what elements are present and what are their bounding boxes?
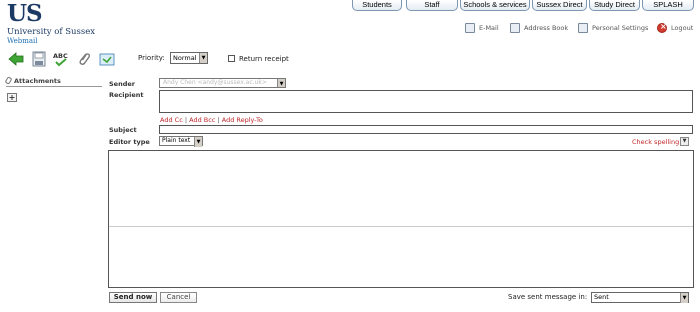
logo-app-name: Webmail xyxy=(7,37,38,45)
sender-value: Andy Chen <andy@sussex.ac.uk> xyxy=(163,79,267,86)
editor-type-label: Editor type xyxy=(109,138,150,146)
add-recipient-links: Add Cc | Add Bcc | Add Reply-To xyxy=(160,116,263,124)
check-spelling-link[interactable]: Check spelling xyxy=(632,138,679,146)
tab-study-direct[interactable]: Study Direct xyxy=(589,0,640,11)
chevron-down-icon: ▼ xyxy=(680,293,688,303)
subject-field[interactable] xyxy=(159,125,693,134)
subject-label: Subject xyxy=(109,126,137,134)
chevron-down-icon: ▼ xyxy=(277,79,285,87)
return-receipt-checkbox[interactable] xyxy=(228,55,235,62)
spell-language-dropdown[interactable]: ▼ xyxy=(680,137,689,146)
sender-select[interactable]: Andy Chen <andy@sussex.ac.uk> ▼ xyxy=(159,78,286,88)
logo-mark: US xyxy=(7,0,43,27)
tab-schools-services[interactable]: Schools & services xyxy=(460,0,530,11)
tab-splash[interactable]: SPLASH xyxy=(642,0,694,11)
logo-university-name: University of Sussex xyxy=(7,27,96,37)
save-sent-label: Save sent message in: xyxy=(508,293,588,301)
add-bcc-link[interactable]: Add Bcc xyxy=(189,116,215,124)
back-arrow-icon[interactable] xyxy=(8,51,24,67)
attachments-header: Attachments xyxy=(4,76,102,87)
add-attachment-button[interactable]: + xyxy=(7,93,17,102)
logout-link[interactable]: Logout xyxy=(657,22,693,34)
personal-settings-link[interactable]: Personal Settings xyxy=(578,22,648,34)
editor-type-select[interactable]: Plain text ▼ xyxy=(159,136,203,147)
body-divider xyxy=(109,226,693,227)
sender-label: Sender xyxy=(109,80,135,88)
tab-students[interactable]: Students xyxy=(352,0,402,11)
university-logo[interactable]: US University of Sussex Webmail xyxy=(7,0,97,46)
address-book-link[interactable]: Address Book xyxy=(510,22,568,34)
editor-type-value: Plain text xyxy=(162,137,191,144)
link-separator: | xyxy=(217,116,220,124)
priority-value: Normal xyxy=(173,54,197,62)
message-body-field[interactable] xyxy=(108,150,694,288)
email-icon xyxy=(465,23,475,33)
cancel-button[interactable]: Cancel xyxy=(160,292,197,303)
save-sent-value: Sent xyxy=(594,293,609,301)
link-separator: | xyxy=(184,116,188,124)
attach-icon[interactable] xyxy=(76,51,92,67)
send-now-button[interactable]: Send now xyxy=(109,292,157,303)
spell-check-icon[interactable]: ABC xyxy=(53,51,69,67)
email-link[interactable]: E-Mail xyxy=(465,22,499,34)
recipient-field[interactable] xyxy=(159,90,693,113)
paperclip-icon xyxy=(4,76,13,85)
return-receipt-label: Return receipt xyxy=(239,55,289,63)
logout-icon xyxy=(657,22,667,33)
add-reply-to-link[interactable]: Add Reply-To xyxy=(222,116,263,124)
tab-staff[interactable]: Staff xyxy=(406,0,458,11)
recipient-label: Recipient xyxy=(109,91,144,99)
save-draft-icon[interactable] xyxy=(31,51,47,67)
personal-settings-label: Personal Settings xyxy=(592,24,649,32)
logout-label: Logout xyxy=(671,24,694,32)
insert-image-icon[interactable] xyxy=(99,51,115,67)
tab-sussex-direct[interactable]: Sussex Direct xyxy=(532,0,587,11)
chevron-down-icon: ▼ xyxy=(194,137,202,147)
address-book-label: Address Book xyxy=(524,24,569,32)
email-link-label: E-Mail xyxy=(479,24,499,32)
address-book-icon xyxy=(510,23,520,33)
save-sent-select[interactable]: Sent ▼ xyxy=(591,292,689,303)
settings-icon xyxy=(578,23,588,33)
priority-select[interactable]: Normal ▼ xyxy=(170,52,208,64)
add-cc-link[interactable]: Add Cc xyxy=(160,116,183,124)
priority-label: Priority: xyxy=(138,54,165,62)
chevron-down-icon: ▼ xyxy=(199,53,207,63)
attachments-title: Attachments xyxy=(14,77,61,85)
